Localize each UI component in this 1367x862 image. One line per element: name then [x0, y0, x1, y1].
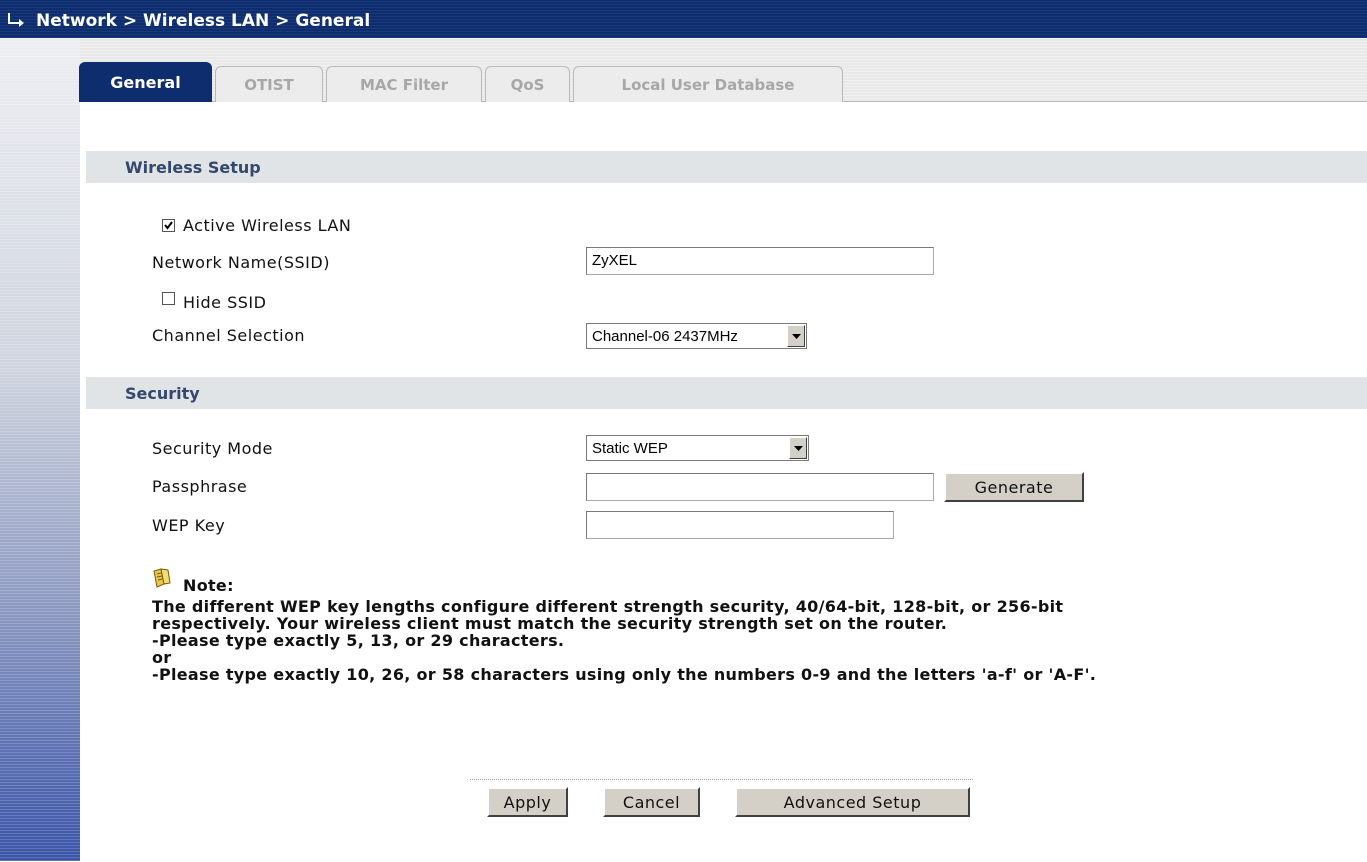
active-wireless-lan-checkbox[interactable] — [162, 219, 175, 232]
chevron-down-icon[interactable] — [789, 437, 807, 459]
section-security: Security — [86, 377, 1367, 409]
security-mode-label: Security Mode — [152, 439, 273, 458]
note-line: -Please type exactly 5, 13, or 29 charac… — [152, 631, 565, 650]
security-mode-value: Static WEP — [592, 440, 668, 457]
hide-ssid-checkbox[interactable] — [162, 292, 175, 305]
note-title: Note: — [183, 576, 234, 595]
wep-key-label: WEP Key — [152, 516, 226, 535]
arrow-icon — [8, 13, 24, 27]
active-wireless-lan-label: Active Wireless LAN — [183, 216, 352, 235]
generate-button[interactable]: Generate — [944, 472, 1084, 502]
checkmark-icon — [164, 221, 173, 230]
ssid-label: Network Name(SSID) — [152, 253, 330, 272]
note-line: -Please type exactly 10, 26, or 58 chara… — [152, 665, 1097, 684]
channel-selection-label: Channel Selection — [152, 326, 306, 345]
cancel-button[interactable]: Cancel — [603, 787, 700, 817]
channel-select-value: Channel-06 2437MHz — [592, 328, 738, 345]
chevron-down-icon[interactable] — [787, 325, 805, 347]
tab-mac-filter[interactable]: MAC Filter — [326, 66, 482, 102]
passphrase-input[interactable] — [586, 473, 934, 501]
footer-divider — [470, 779, 973, 780]
wep-key-input[interactable] — [586, 511, 894, 539]
tab-general[interactable]: General — [79, 62, 212, 102]
ssid-input[interactable]: ZyXEL — [586, 247, 934, 275]
tab-otist[interactable]: OTIST — [215, 66, 323, 102]
passphrase-label: Passphrase — [152, 477, 248, 496]
breadcrumb: Network > Wireless LAN > General — [36, 11, 371, 31]
left-sidebar-strip — [0, 38, 80, 861]
security-mode-select[interactable]: Static WEP — [586, 435, 809, 461]
apply-button[interactable]: Apply — [487, 787, 568, 817]
section-wireless-setup: Wireless Setup — [86, 151, 1367, 183]
channel-select[interactable]: Channel-06 2437MHz — [586, 323, 807, 349]
hide-ssid-label: Hide SSID — [183, 293, 267, 312]
note-icon — [153, 568, 171, 588]
advanced-setup-button[interactable]: Advanced Setup — [735, 787, 970, 817]
title-bar: Network > Wireless LAN > General — [0, 0, 1367, 38]
tab-qos[interactable]: QoS — [485, 66, 570, 102]
tab-local-user-database[interactable]: Local User Database — [573, 66, 843, 102]
